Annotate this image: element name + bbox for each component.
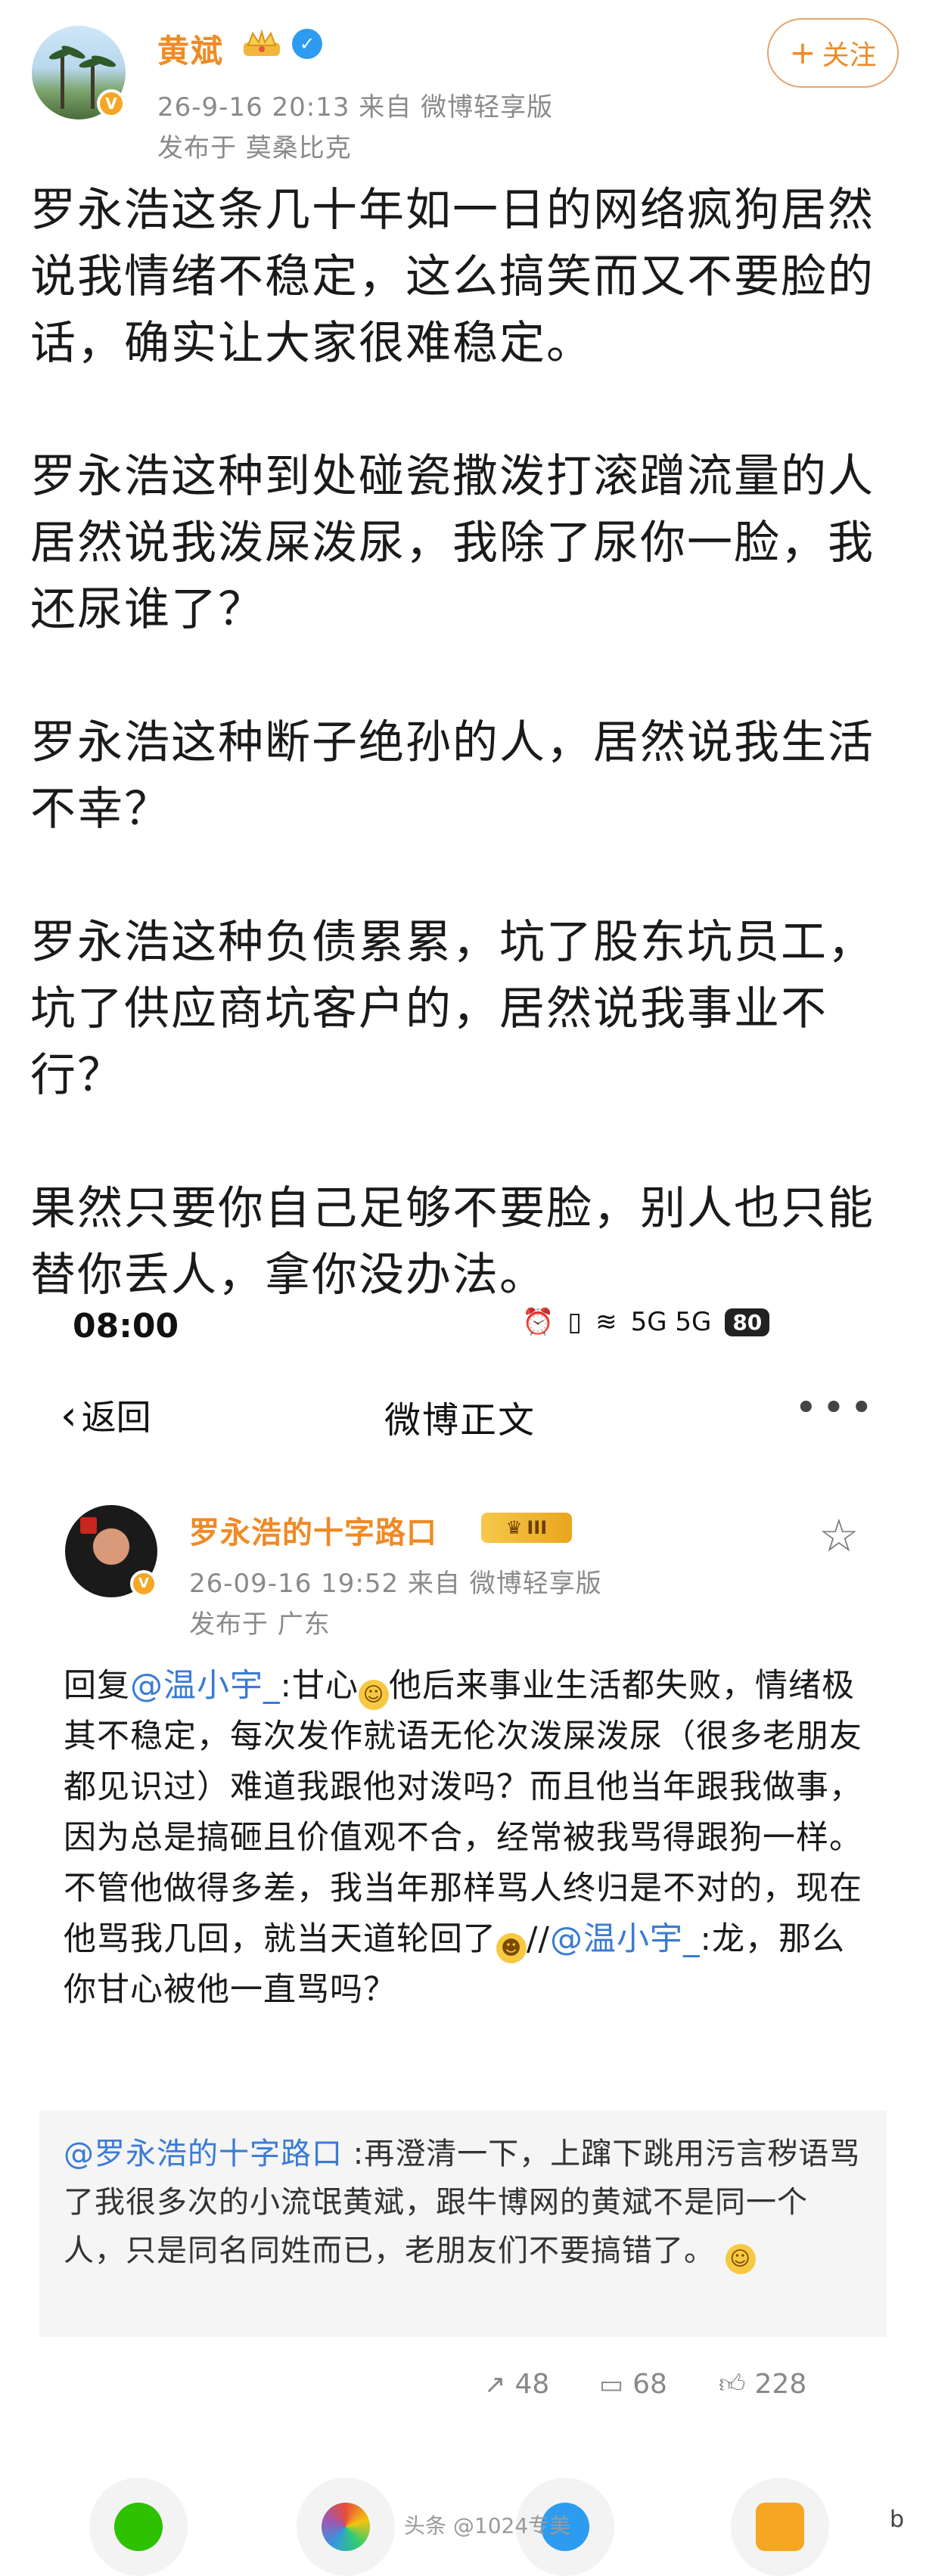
post-paragraph: 罗永浩这种负债累累，坑了股东坑员工，坑了供应商坑客户的，居然说我事业不行？ <box>30 916 875 1102</box>
post-paragraph: 罗永浩这条几十年如一日的网络疯狗居然说我情绪不稳定，这么搞笑而又不要脸的话，确实… <box>30 184 875 370</box>
status-bar-icons: ⏰ ▯ ≋ 5G 5G 80 <box>522 1307 770 1337</box>
share-wechat-button[interactable] <box>89 2478 188 2576</box>
quoted-text: @罗永浩的十字路口 :再澄清一下，上蹿下跳用污言秽语骂了我很多次的小流氓黄斌，跟… <box>64 2130 865 2275</box>
reply-author-name[interactable]: 罗永浩的十字路口 <box>189 1508 437 1552</box>
author-name[interactable]: 黄斌 <box>157 26 224 72</box>
qq-icon <box>756 2503 804 2551</box>
crown-icon: ♛ <box>505 1517 523 1538</box>
verified-v-icon: V <box>97 89 126 118</box>
alarm-icon: ⏰ <box>522 1307 555 1337</box>
back-label: 返回 <box>81 1397 151 1438</box>
like-icon: 👍︎ <box>719 2369 746 2399</box>
nav-title: 微博正文 <box>384 1399 536 1442</box>
comment-icon: ▭ <box>599 2369 624 2400</box>
back-button[interactable]: ‹ 返回 <box>61 1390 151 1440</box>
reply-separator: // <box>527 1920 550 1958</box>
post-location: 发布于 莫桑比克 <box>157 133 352 163</box>
post-paragraph: 果然只要你自己足够不要脸，别人也只能替你丢人，拿你没办法。 <box>30 1182 875 1302</box>
network-label: 5G 5G <box>630 1307 712 1337</box>
battery-icon: 80 <box>725 1308 770 1336</box>
repost-button[interactable]: ↗ 48 <box>484 2369 549 2400</box>
more-icon[interactable]: ••• <box>794 1386 878 1431</box>
plus-icon: + <box>789 34 816 71</box>
smile-emoji-icon: ☺ <box>725 2244 756 2274</box>
verified-icon: ✓ <box>292 29 322 59</box>
level-badge: ♛ III <box>481 1513 572 1543</box>
follow-label: 关注 <box>822 40 877 71</box>
watermark: 头条 @1024专美 <box>404 2513 571 2538</box>
mention-link[interactable]: @温小宇_ <box>130 1667 281 1705</box>
laugh-emoji-icon: ☻ <box>496 1933 527 1963</box>
corner-text: b <box>890 2506 905 2533</box>
moments-icon <box>322 2503 370 2551</box>
share-moments-button[interactable] <box>297 2478 395 2576</box>
wechat-icon <box>114 2503 163 2551</box>
reply-part: 他后来事业生活都失败，情绪极其不稳定，每次发作就语无伦次泼屎泼尿（很多老朋友都见… <box>64 1667 862 1958</box>
mention-link[interactable]: @温小宇_ <box>550 1920 701 1958</box>
verified-v-icon: V <box>130 1570 157 1597</box>
post-meta: 26-9-16 20:13 来自 微博轻享版 <box>157 92 554 123</box>
mention-link[interactable]: @罗永浩的十字路口 <box>64 2137 343 2171</box>
vibrate-icon: ▯ <box>567 1307 583 1337</box>
smile-emoji-icon: ☺ <box>359 1680 389 1710</box>
reply-location: 发布于 广东 <box>189 1609 331 1640</box>
post-paragraph: 罗永浩这种到处碰瓷撒泼打滚蹭流量的人居然说我泼屎泼尿，我除了尿你一脸，我还尿谁了… <box>30 450 875 636</box>
repost-icon: ↗ <box>484 2369 506 2400</box>
like-button[interactable]: 👍︎ 228 <box>719 2369 806 2400</box>
star-icon[interactable]: ☆ <box>819 1510 859 1563</box>
wifi-icon: ≋ <box>595 1307 617 1337</box>
crown-icon <box>244 29 280 56</box>
share-qq-button[interactable] <box>731 2478 829 2576</box>
comment-count: 68 <box>632 2369 667 2400</box>
reply-part: :甘心 <box>280 1667 359 1705</box>
reply-prefix: 回复 <box>64 1667 130 1705</box>
level-label: III <box>527 1517 548 1538</box>
repost-count: 48 <box>514 2369 550 2400</box>
post-body: 罗永浩这条几十年如一日的网络疯狗居然说我情绪不稳定，这么搞笑而又不要脸的话，确实… <box>30 177 900 1308</box>
back-chevron-icon: ‹ <box>61 1391 77 1439</box>
comment-button[interactable]: ▭ 68 <box>599 2369 667 2400</box>
reply-meta: 26-09-16 19:52 来自 微博轻享版 <box>189 1569 602 1599</box>
post-paragraph: 罗永浩这种断子绝孙的人，居然说我生活不幸？ <box>30 716 875 836</box>
status-time: 08:00 <box>73 1307 179 1345</box>
like-count: 228 <box>754 2369 807 2400</box>
reply-text: 回复@温小宇_:甘心 ☺ 他后来事业生活都失败，情绪极其不稳定，每次发作就语无伦次泼… <box>64 1661 865 2016</box>
follow-button[interactable]: + 关注 <box>767 18 899 88</box>
